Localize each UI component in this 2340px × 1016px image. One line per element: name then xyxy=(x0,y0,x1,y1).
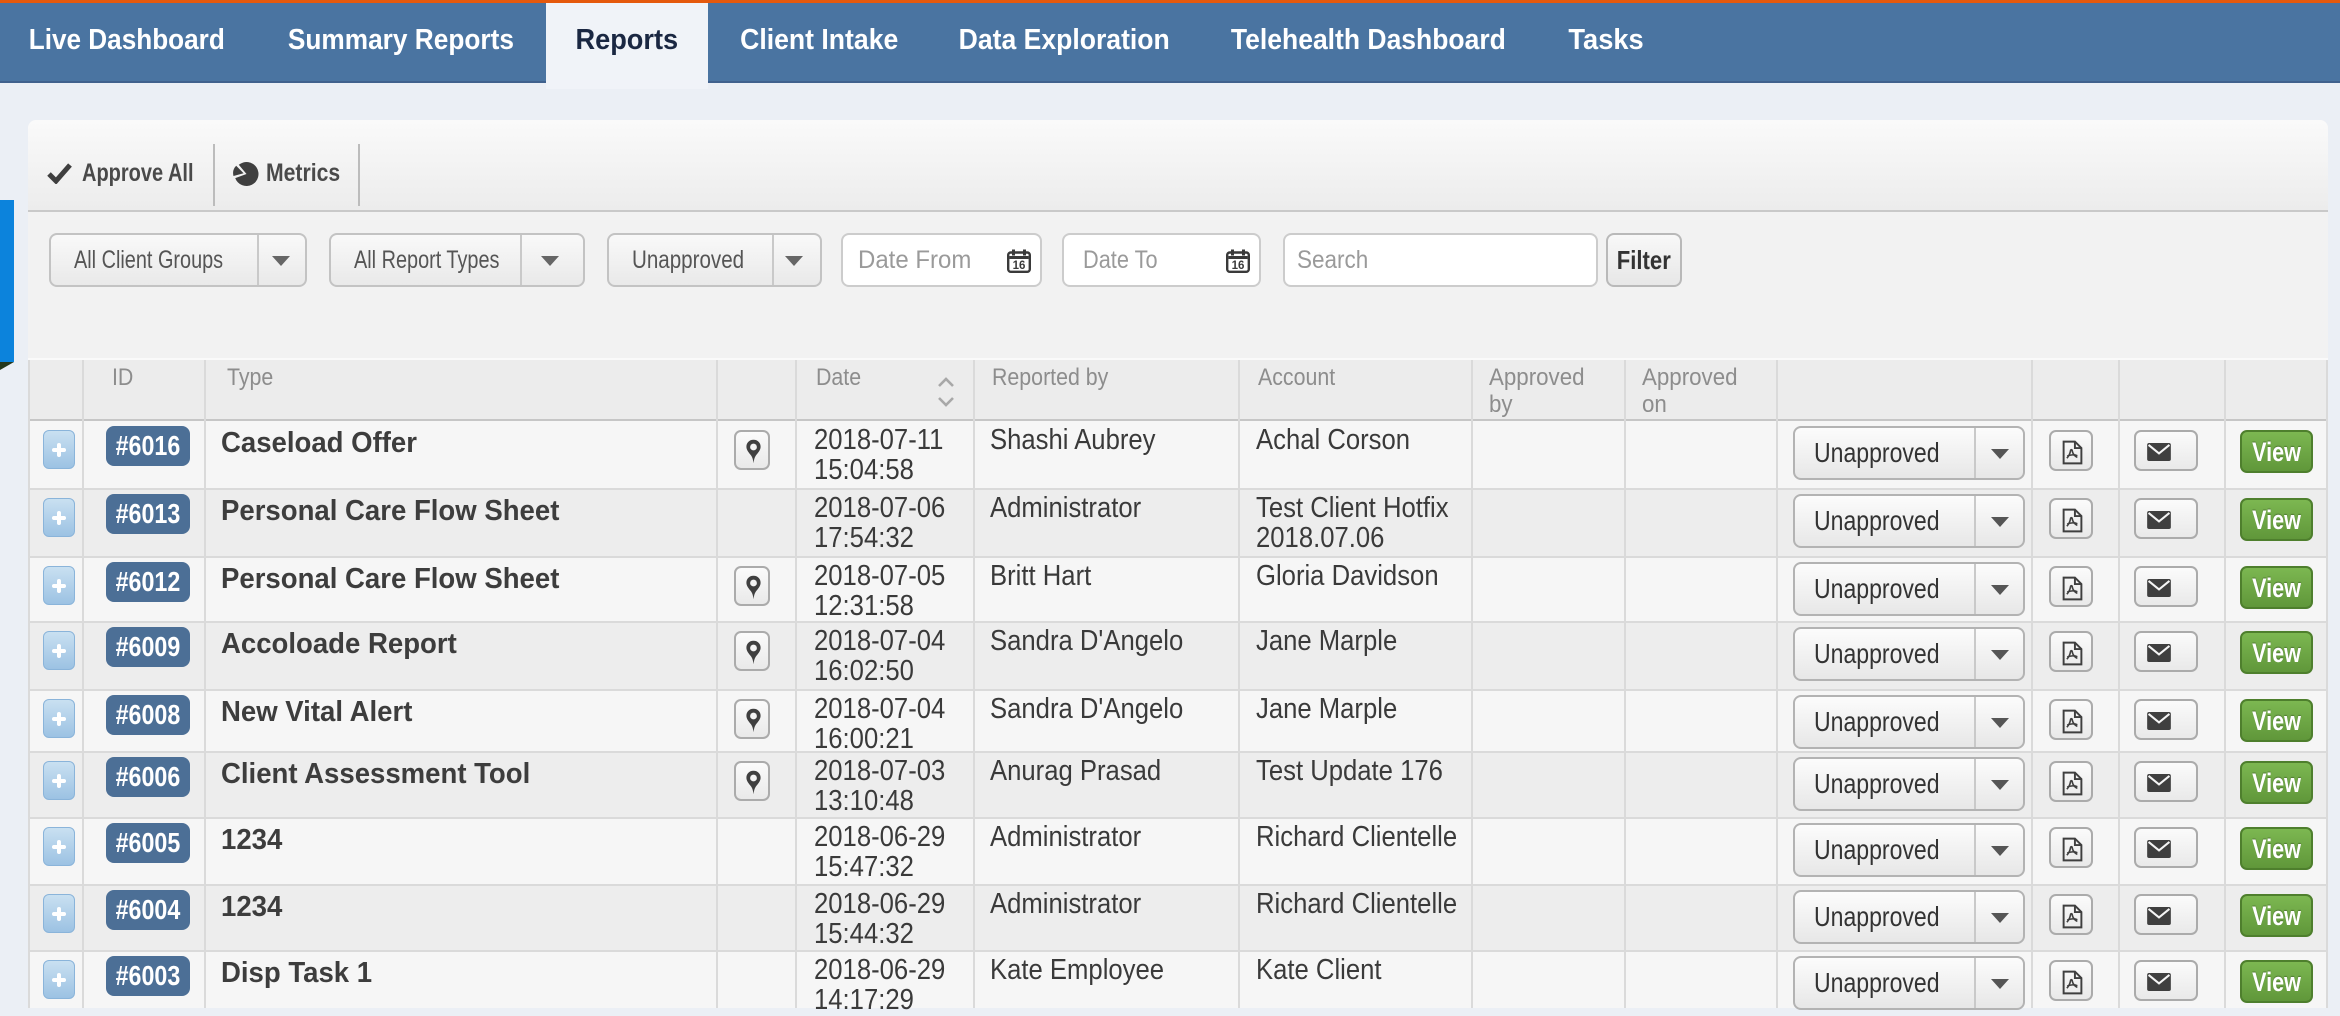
svg-text:16: 16 xyxy=(1013,260,1026,272)
svg-text:16: 16 xyxy=(1232,260,1245,272)
